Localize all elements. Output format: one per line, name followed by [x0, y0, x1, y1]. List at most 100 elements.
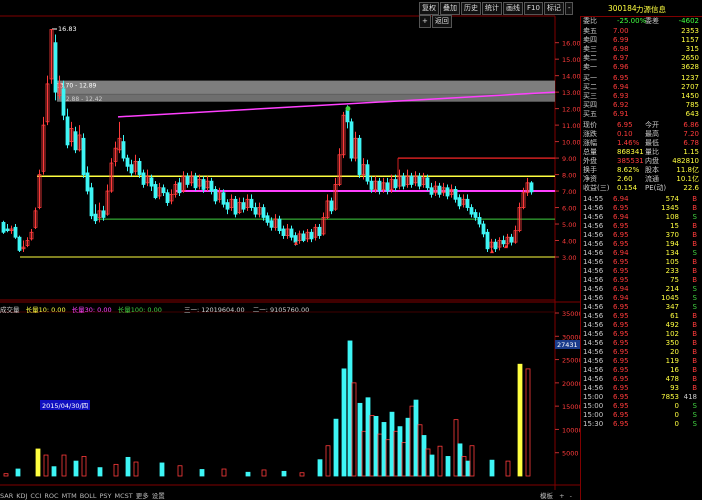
candle-body	[393, 179, 398, 189]
volume-bar	[15, 468, 21, 477]
candle-body	[349, 121, 354, 159]
candle-body	[309, 231, 314, 240]
indicator-tab[interactable]: KDJ	[16, 492, 27, 500]
candle-body	[81, 137, 86, 175]
indicator-tab[interactable]: ROC	[44, 492, 58, 500]
legend-item: 成交量	[0, 306, 20, 314]
tick-time: 14:56	[583, 321, 604, 329]
volume-bar	[429, 454, 435, 477]
price-tick-label: 4.00	[562, 238, 576, 246]
stat-label: 最高	[645, 130, 659, 138]
toolbar-button[interactable]: +	[419, 15, 431, 28]
indicator-right: 二一: 9105760.00	[252, 306, 310, 314]
tick-time: 14:55	[583, 195, 604, 203]
tick-dir: B	[692, 222, 697, 230]
volume-bar	[401, 442, 407, 477]
tick-vol: 194	[665, 240, 679, 248]
tick-dir: B	[692, 204, 697, 212]
indicator-tab[interactable]: SAR	[0, 492, 13, 500]
indicator-tab[interactable]: 更多	[136, 492, 149, 500]
candle-body	[73, 131, 78, 151]
zoom-in-button[interactable]: +	[559, 492, 564, 500]
toolbar-button[interactable]: 标记	[543, 2, 564, 15]
indicator-tab[interactable]: MTM	[62, 492, 77, 500]
stat-label: 净资	[583, 175, 597, 183]
candle-body	[509, 236, 514, 243]
tick-dir: S	[692, 420, 697, 428]
candle-body	[185, 175, 190, 185]
kline-chart-area[interactable]: 16.00 15.00 14.00 13.00 12.00 11.00 10.00 9.00 8…	[0, 0, 580, 500]
volume-bar	[381, 422, 387, 477]
indicator-tab[interactable]: PSY	[99, 492, 111, 500]
candle-body	[417, 175, 422, 187]
stat-row: 收益(三) 0.154 PE(动) 22.6	[583, 184, 701, 193]
indicator-tab[interactable]: 设置	[152, 492, 165, 500]
stat-value: 22.6	[683, 184, 699, 192]
vol-tick-label: 5000	[562, 450, 579, 458]
buy-row: 买三 6.93 1450	[583, 92, 701, 101]
stat-row: 现价 6.95 今开 6.86	[583, 121, 701, 130]
tick-dir: B	[692, 384, 697, 392]
toolbar-button[interactable]: 叠加	[440, 2, 460, 15]
candle-body	[465, 198, 470, 208]
toolbar-button[interactable]: -	[564, 2, 574, 15]
price-tick-label: 7.00	[562, 188, 576, 196]
sell-vol: 3628	[681, 63, 699, 71]
tick-vol: 0	[674, 420, 679, 428]
stat-label: 今开	[645, 121, 659, 129]
candle-body	[293, 235, 298, 243]
tick-row: 14:56 6.95 119 B	[583, 357, 701, 366]
zoom-out-button[interactable]: -	[570, 492, 572, 500]
toolbar: 复权 叠加 历史 统计 画线 F10 标记 - + 返回	[418, 2, 580, 28]
candle-body	[221, 192, 226, 205]
tick-price: 6.95	[613, 231, 629, 239]
sell-vol: 2650	[681, 54, 699, 62]
tick-row: 14:56 6.95 75 B	[583, 276, 701, 285]
vol-tick-label: 20000	[562, 380, 580, 388]
candle-body	[453, 189, 458, 200]
toolbar-button[interactable]: 返回	[431, 15, 452, 28]
stat-value: 10.1亿	[676, 175, 699, 183]
toolbar-button[interactable]: 统计	[482, 2, 502, 15]
indicator-tab[interactable]: MCST	[115, 492, 133, 500]
zone-label: 12.88 - 12.42	[62, 96, 103, 103]
tick-time: 14:56	[583, 222, 604, 230]
buy-price: 6.93	[613, 92, 629, 100]
price-tick-label: 15.00	[562, 56, 580, 64]
volume-bar	[341, 368, 347, 477]
resistance-zone	[57, 80, 555, 94]
sell-label: 卖四	[583, 36, 597, 44]
tick-price: 6.95	[613, 357, 629, 365]
candle-body	[1, 221, 6, 233]
stat-label: 股本	[645, 166, 659, 174]
volume-bar	[73, 460, 79, 477]
volume-bar	[425, 448, 431, 477]
volume-bar	[245, 471, 251, 477]
toolbar-button[interactable]: 历史	[461, 2, 481, 15]
toolbar-button[interactable]: F10	[524, 2, 543, 15]
tick-dir: B	[692, 312, 697, 320]
volume-bar	[517, 363, 523, 477]
template-button[interactable]: 模板	[540, 492, 553, 500]
toolbar-button[interactable]: 复权	[419, 2, 439, 15]
candle-body	[153, 184, 158, 199]
kline-chart-svg[interactable]: 16.00 15.00 14.00 13.00 12.00 11.00 10.00 9.00 8…	[0, 0, 580, 500]
tick-time: 14:56	[583, 276, 604, 284]
buy-row: 买一 6.95 1237	[583, 74, 701, 83]
candle-body	[457, 197, 462, 207]
tick-row: 14:55 6.94 574 B	[583, 195, 701, 204]
stat-value: 6.95	[617, 121, 633, 129]
tick-price: 6.94	[613, 249, 629, 257]
indicator-tab[interactable]: CCI	[30, 492, 41, 500]
buy-vol: 1237	[681, 74, 699, 82]
candle-body	[409, 175, 414, 185]
volume-bar	[221, 468, 227, 477]
sell-row: 卖一 6.96 3628	[583, 63, 701, 72]
volume-bar	[437, 445, 443, 477]
volume-bar	[159, 462, 165, 477]
price-tick-label: 8.00	[562, 172, 576, 180]
toolbar-button[interactable]: 画线	[503, 2, 523, 15]
tick-time: 14:56	[583, 366, 604, 374]
indicator-tab[interactable]: BOLL	[80, 492, 97, 500]
tick-price: 6.95	[613, 204, 629, 212]
